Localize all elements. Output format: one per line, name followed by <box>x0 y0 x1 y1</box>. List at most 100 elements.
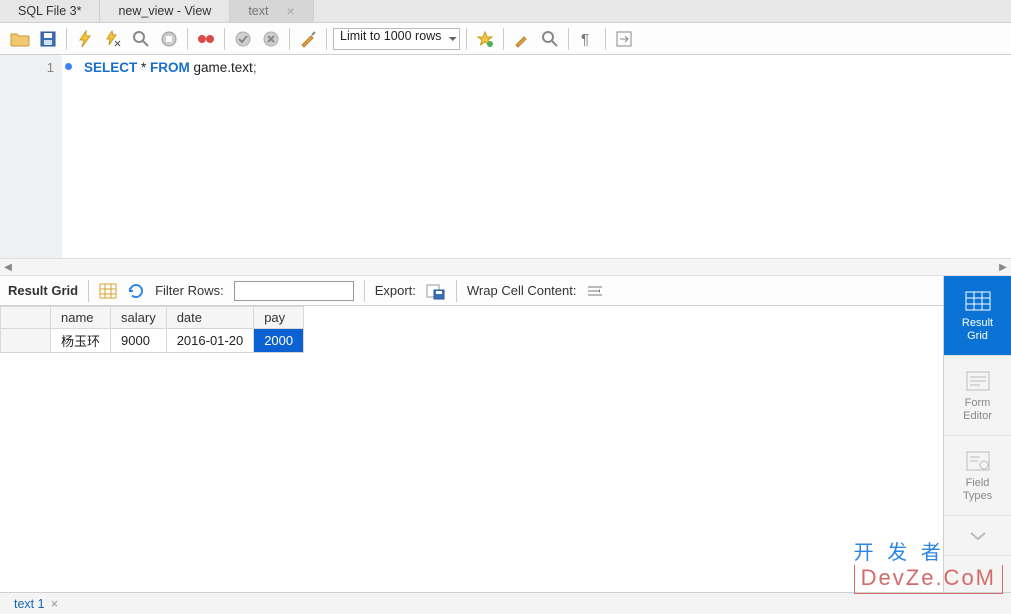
beautify-sql-button[interactable] <box>510 27 534 51</box>
rollback-button[interactable] <box>259 27 283 51</box>
separator <box>605 28 606 50</box>
svg-text:¶: ¶ <box>581 31 589 48</box>
tab-label: text <box>248 4 268 18</box>
column-header[interactable]: date <box>166 307 254 329</box>
open-file-button[interactable] <box>8 27 32 51</box>
tab-sql-file-3[interactable]: SQL File 3* <box>0 0 100 22</box>
filter-rows-label: Filter Rows: <box>155 283 224 298</box>
separator <box>88 280 89 302</box>
rollback-icon <box>262 30 280 48</box>
separator <box>466 28 467 50</box>
star-icon <box>476 30 494 48</box>
refresh-icon <box>127 282 145 300</box>
form-editor-icon <box>964 369 992 393</box>
separator <box>364 280 365 302</box>
editor-hscrollbar[interactable]: ◀ ▶ <box>0 258 1011 276</box>
wrap-cell-icon <box>586 284 604 298</box>
close-icon[interactable]: × <box>51 596 59 611</box>
beautify-button[interactable] <box>296 27 320 51</box>
row-header[interactable] <box>1 329 51 353</box>
execute-current-button[interactable] <box>101 27 125 51</box>
side-form-editor[interactable]: Form Editor <box>944 356 1011 436</box>
lightning-cursor-icon <box>104 30 122 48</box>
grid-icon <box>99 283 117 299</box>
separator <box>289 28 290 50</box>
pilcrow-icon: ¶ <box>579 30 595 48</box>
autocommit-icon <box>196 31 216 47</box>
column-header[interactable]: pay <box>254 307 304 329</box>
commit-button[interactable] <box>231 27 255 51</box>
separator <box>456 280 457 302</box>
separator <box>568 28 569 50</box>
separator <box>66 28 67 50</box>
column-header[interactable]: name <box>51 307 111 329</box>
refresh-button[interactable] <box>127 282 145 300</box>
sql-text: * <box>137 60 150 75</box>
table-row[interactable]: 杨玉环 9000 2016-01-20 2000 <box>1 329 304 353</box>
sql-keyword: FROM <box>150 60 190 75</box>
save-icon <box>40 31 56 47</box>
export-label: Export: <box>375 283 416 298</box>
line-gutter: 1 <box>0 55 62 258</box>
cell-date[interactable]: 2016-01-20 <box>166 329 254 353</box>
sql-keyword: SELECT <box>84 60 137 75</box>
column-header[interactable]: salary <box>111 307 167 329</box>
tab-label: SQL File 3* <box>18 4 81 18</box>
result-grid-label: Result Grid <box>8 283 78 298</box>
result-tab-text-1[interactable]: text 1 × <box>8 596 64 611</box>
commit-icon <box>234 30 252 48</box>
side-field-types[interactable]: Field Types <box>944 436 1011 516</box>
filter-rows-input[interactable] <box>234 281 354 301</box>
sql-code-area[interactable]: SELECT * FROM game.text; <box>62 55 1011 258</box>
result-side-panel: Result Grid Form Editor Field Types <box>943 276 1011 592</box>
folder-icon <box>10 31 30 47</box>
separator <box>326 28 327 50</box>
sql-editor[interactable]: 1 SELECT * FROM game.text; <box>0 55 1011 258</box>
cell-salary[interactable]: 9000 <box>111 329 167 353</box>
cell-name[interactable]: 杨玉环 <box>51 329 111 353</box>
separator <box>187 28 188 50</box>
broom-icon <box>299 30 317 48</box>
stop-button[interactable] <box>157 27 181 51</box>
side-result-grid[interactable]: Result Grid <box>944 276 1011 356</box>
result-tab-label: text 1 <box>14 597 45 611</box>
result-table-area: name salary date pay 杨玉环 9000 2016-01-20… <box>0 306 1011 353</box>
magnify-icon <box>132 30 150 48</box>
limit-rows-select[interactable]: Limit to 1000 rows <box>333 28 460 50</box>
explain-button[interactable] <box>129 27 153 51</box>
table-header-row: name salary date pay <box>1 307 304 329</box>
favorite-button[interactable] <box>473 27 497 51</box>
scroll-right-icon[interactable]: ▶ <box>995 262 1011 273</box>
toggle-autocommit-button[interactable] <box>194 27 218 51</box>
sql-toolbar: Limit to 1000 rows ¶ <box>0 23 1011 55</box>
toggle-invisible-button[interactable]: ¶ <box>575 27 599 51</box>
editor-tabs-bar: SQL File 3* new_view - View text × <box>0 0 1011 23</box>
cell-pay[interactable]: 2000 <box>254 329 304 353</box>
search-icon <box>541 30 559 48</box>
lightning-icon <box>77 30 93 48</box>
toggle-wrap-button[interactable] <box>612 27 636 51</box>
wrap-cell-button[interactable] <box>586 284 604 298</box>
export-icon <box>426 282 446 300</box>
save-button[interactable] <box>36 27 60 51</box>
side-scroll-down[interactable] <box>944 516 1011 556</box>
sql-identifier: game.text <box>190 60 253 75</box>
paintbrush-icon <box>513 30 531 48</box>
find-button[interactable] <box>538 27 562 51</box>
tab-label: new_view - View <box>118 4 211 18</box>
separator <box>224 28 225 50</box>
side-label: Form Editor <box>963 397 992 421</box>
sql-punct: ; <box>253 60 257 75</box>
row-header-corner[interactable] <box>1 307 51 329</box>
result-grid[interactable]: name salary date pay 杨玉环 9000 2016-01-20… <box>0 306 1011 353</box>
result-grid-icon <box>964 289 992 313</box>
export-button[interactable] <box>426 282 446 300</box>
chevron-down-icon <box>968 530 988 542</box>
tab-new-view[interactable]: new_view - View <box>100 0 230 22</box>
scroll-left-icon[interactable]: ◀ <box>0 262 16 273</box>
grid-view-button[interactable] <box>99 283 117 299</box>
tab-text[interactable]: text × <box>230 0 313 22</box>
close-icon[interactable]: × <box>286 3 294 19</box>
execute-button[interactable] <box>73 27 97 51</box>
result-tabs-bar: text 1 × <box>0 592 1011 614</box>
